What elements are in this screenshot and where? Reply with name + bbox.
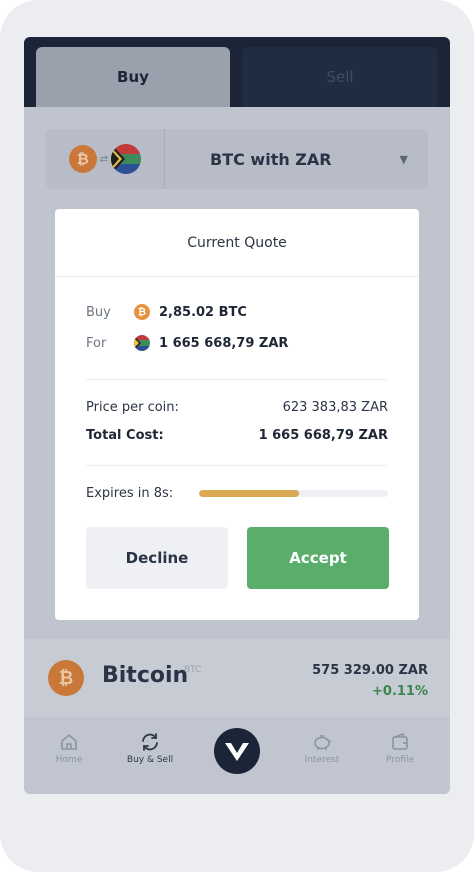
- quote-for-line: For 1 665 668,79 ZAR: [86, 332, 288, 354]
- nav-label-interest: Interest: [304, 755, 340, 765]
- brand-logo-icon: [225, 743, 249, 761]
- home-icon: [34, 729, 104, 755]
- total-cost-row: Total Cost: 1 665 668,79 ZAR: [86, 428, 388, 443]
- price-per-coin-label: Price per coin:: [86, 400, 179, 415]
- refresh-icon: [115, 729, 185, 755]
- quote-buy-label: Buy: [86, 304, 111, 320]
- divider: [86, 465, 388, 466]
- nav-label-buy-sell: Buy & Sell: [126, 755, 174, 765]
- tab-buy[interactable]: Buy: [36, 47, 230, 107]
- piggy-bank-icon: [287, 729, 357, 755]
- total-cost-value: 1 665 668,79 ZAR: [258, 428, 388, 443]
- nav-item-home[interactable]: Home: [34, 729, 104, 765]
- quote-buy-line: Buy ₿ 2,85.02 BTC: [86, 301, 247, 323]
- asset-symbol: BTC: [184, 665, 202, 675]
- bitcoin-icon: ₿: [134, 304, 150, 320]
- quote-for-value: 1 665 668,79 ZAR: [159, 335, 289, 351]
- tab-sell[interactable]: Sell: [242, 47, 438, 107]
- asset-change: +0.11%: [372, 684, 428, 699]
- wallet-icon: [365, 729, 435, 755]
- asset-row-bitcoin[interactable]: ₿ Bitcoin BTC 575 329.00 ZAR +0.11%: [24, 639, 450, 717]
- asset-price: 575 329.00 ZAR: [312, 663, 428, 678]
- pair-label: BTC with ZAR: [210, 149, 332, 169]
- currency-pair-selector[interactable]: ₿ ⇄ BTC with ZAR ▼: [46, 129, 428, 189]
- total-cost-label: Total Cost:: [86, 428, 164, 443]
- south-africa-flag-icon: [131, 335, 153, 351]
- decline-button[interactable]: Decline: [86, 527, 228, 589]
- quote-for-label: For: [86, 335, 107, 351]
- swap-icon: ⇄: [99, 153, 109, 165]
- expiry-progress-fill: [199, 490, 300, 497]
- pair-icons: ₿ ⇄: [46, 129, 165, 189]
- nav-item-interest[interactable]: Interest: [287, 729, 357, 765]
- modal-title: Current Quote: [55, 209, 419, 277]
- south-africa-flag-icon: [111, 144, 142, 174]
- expiry-progress-bar: [199, 490, 388, 497]
- bitcoin-icon: ₿: [68, 145, 97, 173]
- top-bar: Buy Sell: [24, 37, 450, 107]
- chevron-down-icon: ▼: [399, 152, 408, 166]
- bottom-nav: Home Buy & Sell Interest Profile: [24, 717, 450, 794]
- brand-logo-button[interactable]: [214, 728, 260, 774]
- quote-modal: Current Quote Buy ₿ 2,85.02 BTC For 1 66…: [55, 209, 419, 620]
- bitcoin-icon: ₿: [48, 660, 84, 696]
- price-per-coin-value: 623 383,83 ZAR: [282, 400, 388, 415]
- nav-label-home: Home: [55, 755, 83, 765]
- nav-item-profile[interactable]: Profile: [365, 729, 435, 765]
- price-per-coin-row: Price per coin: 623 383,83 ZAR: [86, 400, 388, 415]
- accept-button[interactable]: Accept: [247, 527, 389, 589]
- expires-label: Expires in 8s:: [86, 486, 174, 501]
- quote-buy-value: 2,85.02 BTC: [159, 304, 247, 320]
- nav-item-buy-sell[interactable]: Buy & Sell: [115, 729, 185, 765]
- nav-label-profile: Profile: [386, 755, 414, 765]
- divider: [86, 379, 388, 380]
- phone-card: Buy Sell ₿ ⇄ BTC with ZAR ▼ ₿ Bitcoin BT…: [0, 0, 474, 872]
- asset-name: Bitcoin: [102, 663, 189, 688]
